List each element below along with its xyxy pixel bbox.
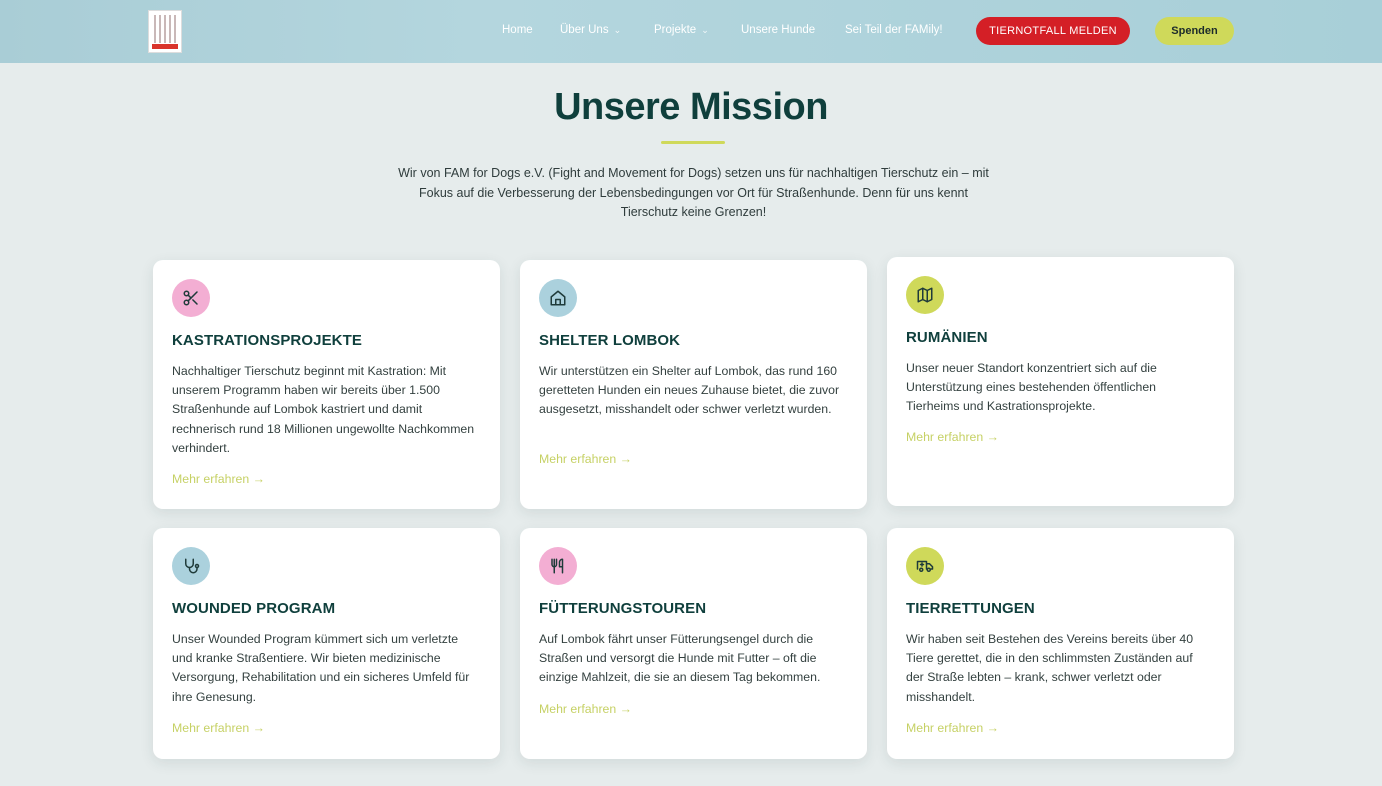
- house-icon: [539, 279, 577, 317]
- card-text: Auf Lombok fährt unser Fütterungsengel d…: [539, 632, 821, 685]
- card-rumaenien: RUMÄNIEN Unser neuer Standort konzentrie…: [887, 257, 1234, 506]
- site-header: Home Über Uns ⌄ Projekte ⌄ Unsere Hunde Se…: [0, 0, 1382, 63]
- card-title: FÜTTERUNGSTOUREN: [539, 600, 707, 617]
- more-link[interactable]: Mehr erfahren →: [172, 721, 265, 735]
- card-kastrationsprojekte: KASTRATIONSPROJEKTE Nachhaltiger Tiersch…: [153, 260, 500, 509]
- card-title: KASTRATIONSPROJEKTE: [172, 332, 362, 349]
- card-fuetterungstouren: FÜTTERUNGSTOUREN Auf Lombok fährt unser …: [520, 528, 867, 759]
- card-wounded-program: WOUNDED PROGRAM Unser Wounded Program kü…: [153, 528, 500, 759]
- card-text: Unser neuer Standort konzentriert sich a…: [906, 361, 1157, 414]
- mission-title: Unsere Mission: [554, 86, 828, 128]
- card-text: Unser Wounded Program kümmert sich um ve…: [172, 632, 470, 704]
- card-title: RUMÄNIEN: [906, 329, 988, 346]
- emergency-report-button[interactable]: TIERNOTFALL MELDEN: [976, 17, 1130, 45]
- nav-home-label: Home: [502, 24, 533, 36]
- utensils-icon: [539, 547, 577, 585]
- nav-unsere-hunde-label: Unsere Hunde: [741, 24, 816, 36]
- stethoscope-icon: [172, 547, 210, 585]
- card-text: Wir haben seit Bestehen des Vereins bere…: [906, 632, 1194, 704]
- nav-sei-teil-label: Sei Teil der FAMily!: [845, 24, 943, 36]
- nav-unsere-hunde[interactable]: Unsere Hunde: [741, 24, 815, 36]
- donate-button[interactable]: Spenden: [1155, 17, 1234, 45]
- more-link[interactable]: Mehr erfahren →: [539, 702, 632, 716]
- nav-ueber-uns-label: Über Uns: [560, 24, 609, 36]
- scissors-icon: [172, 279, 210, 317]
- title-underline: [661, 141, 725, 144]
- card-shelter-lombok: SHELTER LOMBOK Wir unterstützen ein Shel…: [520, 260, 867, 509]
- card-tierrettungen: TIERRETTUNGEN Wir haben seit Bestehen de…: [887, 528, 1234, 759]
- more-link[interactable]: Mehr erfahren →: [539, 452, 632, 466]
- nav-sei-teil[interactable]: Sei Teil der FAMily!: [845, 24, 943, 36]
- card-title: TIERRETTUNGEN: [906, 600, 1035, 617]
- chevron-down-icon: ⌄: [701, 25, 709, 35]
- card-text: Wir unterstützen ein Shelter auf Lombok,…: [539, 364, 840, 417]
- card-title: WOUNDED PROGRAM: [172, 600, 336, 617]
- card-title: SHELTER LOMBOK: [539, 332, 681, 349]
- card-text: Nachhaltiger Tierschutz beginnt mit Kast…: [172, 364, 475, 455]
- more-link[interactable]: Mehr erfahren →: [172, 472, 265, 486]
- nav-projekte[interactable]: Projekte ⌄: [654, 24, 709, 36]
- more-link[interactable]: Mehr erfahren →: [906, 721, 999, 735]
- more-link[interactable]: Mehr erfahren →: [906, 430, 999, 444]
- nav-projekte-label: Projekte: [654, 24, 697, 36]
- chevron-down-icon: ⌄: [613, 25, 622, 35]
- mission-intro: Wir von FAM for Dogs e.V. (Fight and Mov…: [398, 166, 989, 219]
- nav-home[interactable]: Home: [502, 24, 533, 36]
- ambulance-icon: [906, 547, 944, 585]
- nav-ueber-uns[interactable]: Über Uns ⌄: [560, 24, 621, 36]
- map-icon: [906, 276, 944, 314]
